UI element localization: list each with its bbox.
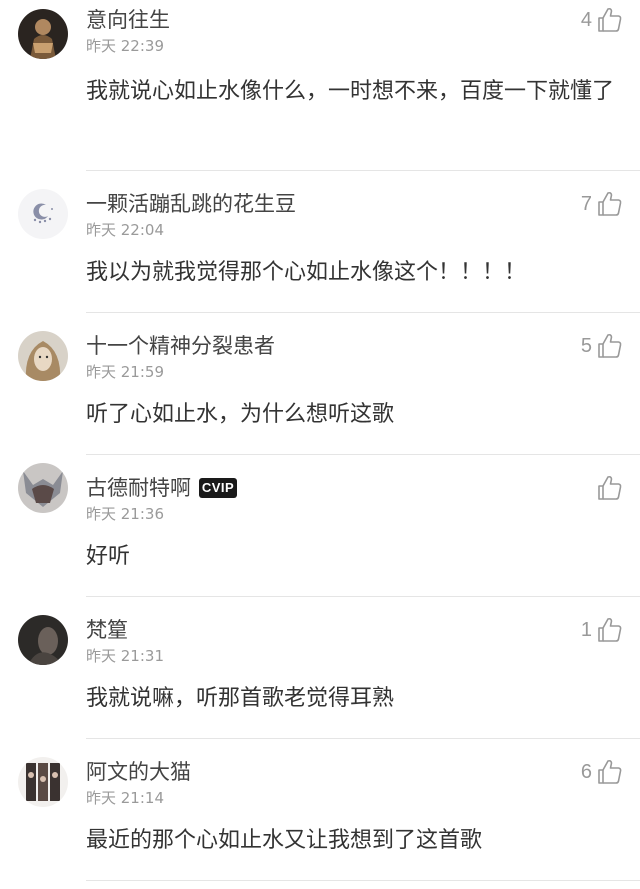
like-button[interactable] <box>592 473 624 503</box>
avatar[interactable] <box>18 331 68 381</box>
divider <box>86 880 640 881</box>
comment-time: 昨天 22:04 <box>86 221 164 239</box>
like-button[interactable]: 6 <box>581 757 624 787</box>
user-name[interactable]: 梵篂 <box>86 616 128 644</box>
avatar[interactable] <box>18 757 68 807</box>
user-name[interactable]: 一颗活蹦乱跳的花生豆 <box>86 190 296 218</box>
user-name-row: 古德耐特啊 CVIP <box>86 474 237 502</box>
comment-list: 意向往生 昨天 22:39 4 我就说心如止水像什么，一时想不来，百度一下就懂了… <box>0 0 640 881</box>
thumbs-up-icon <box>598 191 622 216</box>
like-count: 5 <box>580 334 592 357</box>
like-button[interactable]: 4 <box>581 5 624 35</box>
like-button[interactable]: 7 <box>581 189 624 219</box>
thumbs-up-icon <box>598 759 622 784</box>
like-count: 6 <box>580 760 592 783</box>
like-count: 7 <box>580 192 592 215</box>
comment-item: 意向往生 昨天 22:39 4 我就说心如止水像什么，一时想不来，百度一下就懂了 <box>0 0 640 171</box>
user-name-row: 一颗活蹦乱跳的花生豆 <box>86 190 296 218</box>
comment-time: 昨天 21:31 <box>86 647 164 665</box>
avatar[interactable] <box>18 189 68 239</box>
comment-item: 古德耐特啊 CVIP 昨天 21:36 好听 <box>0 455 640 597</box>
avatar[interactable] <box>18 9 68 59</box>
comment-time: 昨天 21:14 <box>86 789 164 807</box>
thumbs-up-icon <box>598 7 622 32</box>
comment-item: 十一个精神分裂患者 昨天 21:59 5 听了心如止水，为什么想听这歌 <box>0 313 640 455</box>
user-name-row: 梵篂 <box>86 616 128 644</box>
like-count: 1 <box>580 618 592 641</box>
comment-time: 昨天 21:59 <box>86 363 164 381</box>
user-name[interactable]: 意向往生 <box>86 6 170 34</box>
like-count: 4 <box>580 8 592 31</box>
user-name[interactable]: 古德耐特啊 <box>86 474 191 502</box>
user-name[interactable]: 十一个精神分裂患者 <box>86 332 275 360</box>
comment-text: 我就说嘛，听那首歌老觉得耳熟 <box>86 686 395 711</box>
comment-time: 昨天 22:39 <box>86 37 164 55</box>
comment-item: 阿文的大猫 昨天 21:14 6 最近的那个心如止水又让我想到了这首歌 <box>0 739 640 881</box>
comment-item: 梵篂 昨天 21:31 1 我就说嘛，听那首歌老觉得耳熟 <box>0 597 640 739</box>
vip-badge[interactable]: CVIP <box>199 478 237 498</box>
comment-item: 一颗活蹦乱跳的花生豆 昨天 22:04 7 我以为就我觉得那个心如止水像这个！！… <box>0 171 640 313</box>
like-button[interactable]: 5 <box>581 331 624 361</box>
thumbs-up-icon <box>598 617 622 642</box>
comment-text: 好听 <box>86 544 131 569</box>
avatar[interactable] <box>18 615 68 665</box>
thumbs-up-icon <box>598 475 622 500</box>
comment-text: 最近的那个心如止水又让我想到了这首歌 <box>86 828 483 853</box>
thumbs-up-icon <box>598 333 622 358</box>
like-button[interactable]: 1 <box>581 615 624 645</box>
user-name[interactable]: 阿文的大猫 <box>86 758 191 786</box>
avatar[interactable] <box>18 463 68 513</box>
comment-text: 听了心如止水，为什么想听这歌 <box>86 402 395 427</box>
user-name-row: 意向往生 <box>86 6 170 34</box>
user-name-row: 阿文的大猫 <box>86 758 191 786</box>
user-name-row: 十一个精神分裂患者 <box>86 332 275 360</box>
comment-time: 昨天 21:36 <box>86 505 164 523</box>
comment-text: 我就说心如止水像什么，一时想不来，百度一下就懂了 <box>86 79 615 104</box>
comment-text: 我以为就我觉得那个心如止水像这个！！！！ <box>86 260 527 285</box>
